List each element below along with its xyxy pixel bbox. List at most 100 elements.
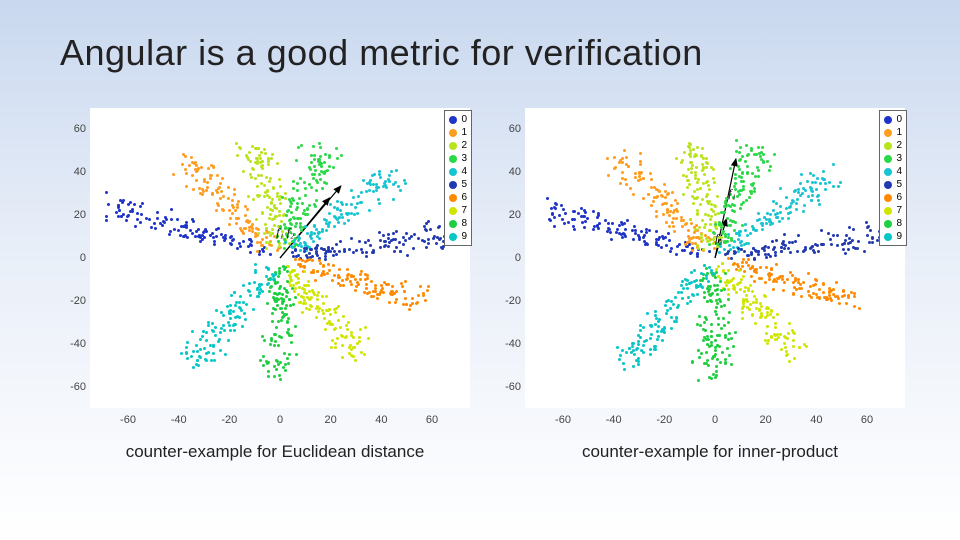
data-point xyxy=(268,290,271,293)
data-point xyxy=(702,182,705,185)
data-point xyxy=(696,293,699,296)
data-point xyxy=(248,290,251,293)
data-point xyxy=(425,246,428,249)
data-point xyxy=(709,218,712,221)
y-tick: 20 xyxy=(491,209,521,221)
legend-swatch xyxy=(449,116,457,124)
data-point xyxy=(315,199,318,202)
legend-item: 3 xyxy=(449,152,467,165)
data-point xyxy=(642,326,645,329)
data-point xyxy=(727,250,730,253)
data-point xyxy=(757,253,760,256)
data-point xyxy=(276,249,279,252)
data-point xyxy=(783,342,786,345)
data-point xyxy=(388,174,391,177)
data-point xyxy=(619,354,622,357)
data-point xyxy=(762,153,765,156)
data-point xyxy=(680,291,683,294)
data-point xyxy=(136,218,139,221)
data-point xyxy=(866,234,869,237)
data-point xyxy=(270,337,273,340)
data-point xyxy=(378,202,381,205)
data-point xyxy=(738,234,741,237)
data-point xyxy=(156,211,159,214)
y-tick: 60 xyxy=(491,123,521,135)
legend-swatch xyxy=(884,116,892,124)
data-point xyxy=(188,164,191,167)
data-point xyxy=(299,177,302,180)
data-point xyxy=(343,222,346,225)
data-point xyxy=(338,268,341,271)
data-point xyxy=(350,212,353,215)
data-point xyxy=(226,305,229,308)
data-point xyxy=(328,221,331,224)
data-point xyxy=(162,220,165,223)
data-point xyxy=(286,210,289,213)
data-point xyxy=(625,183,628,186)
data-point xyxy=(792,345,795,348)
data-point xyxy=(715,365,718,368)
data-point xyxy=(139,205,142,208)
data-point xyxy=(303,209,306,212)
data-point xyxy=(750,147,753,150)
data-point xyxy=(665,202,668,205)
data-point xyxy=(368,291,371,294)
data-point xyxy=(268,180,271,183)
data-point xyxy=(301,311,304,314)
data-point xyxy=(807,290,810,293)
data-point xyxy=(786,337,789,340)
data-point xyxy=(332,264,335,267)
data-point xyxy=(624,235,627,238)
data-point xyxy=(311,255,314,258)
data-point xyxy=(690,222,693,225)
legend-item: 6 xyxy=(449,191,467,204)
data-point xyxy=(271,153,274,156)
data-point xyxy=(252,308,255,311)
data-point xyxy=(267,375,270,378)
data-point xyxy=(775,239,778,242)
data-point xyxy=(249,160,252,163)
data-point xyxy=(233,323,236,326)
data-point xyxy=(700,236,703,239)
data-point xyxy=(735,232,738,235)
legend-label: 6 xyxy=(461,191,467,204)
data-point xyxy=(287,362,290,365)
data-point xyxy=(301,202,304,205)
data-point xyxy=(200,166,203,169)
data-point xyxy=(710,323,713,326)
data-point xyxy=(373,173,376,176)
data-point xyxy=(771,222,774,225)
data-point xyxy=(235,222,238,225)
data-point xyxy=(824,188,827,191)
data-point xyxy=(363,353,366,356)
data-point xyxy=(719,280,722,283)
data-point xyxy=(248,282,251,285)
data-point xyxy=(818,288,821,291)
data-point xyxy=(365,283,368,286)
data-point xyxy=(733,240,736,243)
data-point xyxy=(323,161,326,164)
data-point xyxy=(354,289,357,292)
data-point xyxy=(286,357,289,360)
data-point xyxy=(249,294,252,297)
data-point xyxy=(259,157,262,160)
x-tick: -60 xyxy=(548,414,578,426)
data-point xyxy=(168,233,171,236)
data-point xyxy=(724,272,727,275)
data-point xyxy=(335,217,338,220)
data-point xyxy=(807,272,810,275)
data-point xyxy=(274,215,277,218)
data-point xyxy=(858,307,861,310)
data-point xyxy=(232,310,235,313)
data-point xyxy=(573,210,576,213)
data-point xyxy=(670,204,673,207)
data-point xyxy=(853,305,856,308)
data-point xyxy=(618,232,621,235)
data-point xyxy=(689,300,692,303)
data-point xyxy=(728,354,731,357)
data-point xyxy=(333,225,336,228)
data-point xyxy=(796,250,799,253)
data-point xyxy=(274,308,277,311)
data-point xyxy=(191,330,194,333)
data-point xyxy=(699,187,702,190)
